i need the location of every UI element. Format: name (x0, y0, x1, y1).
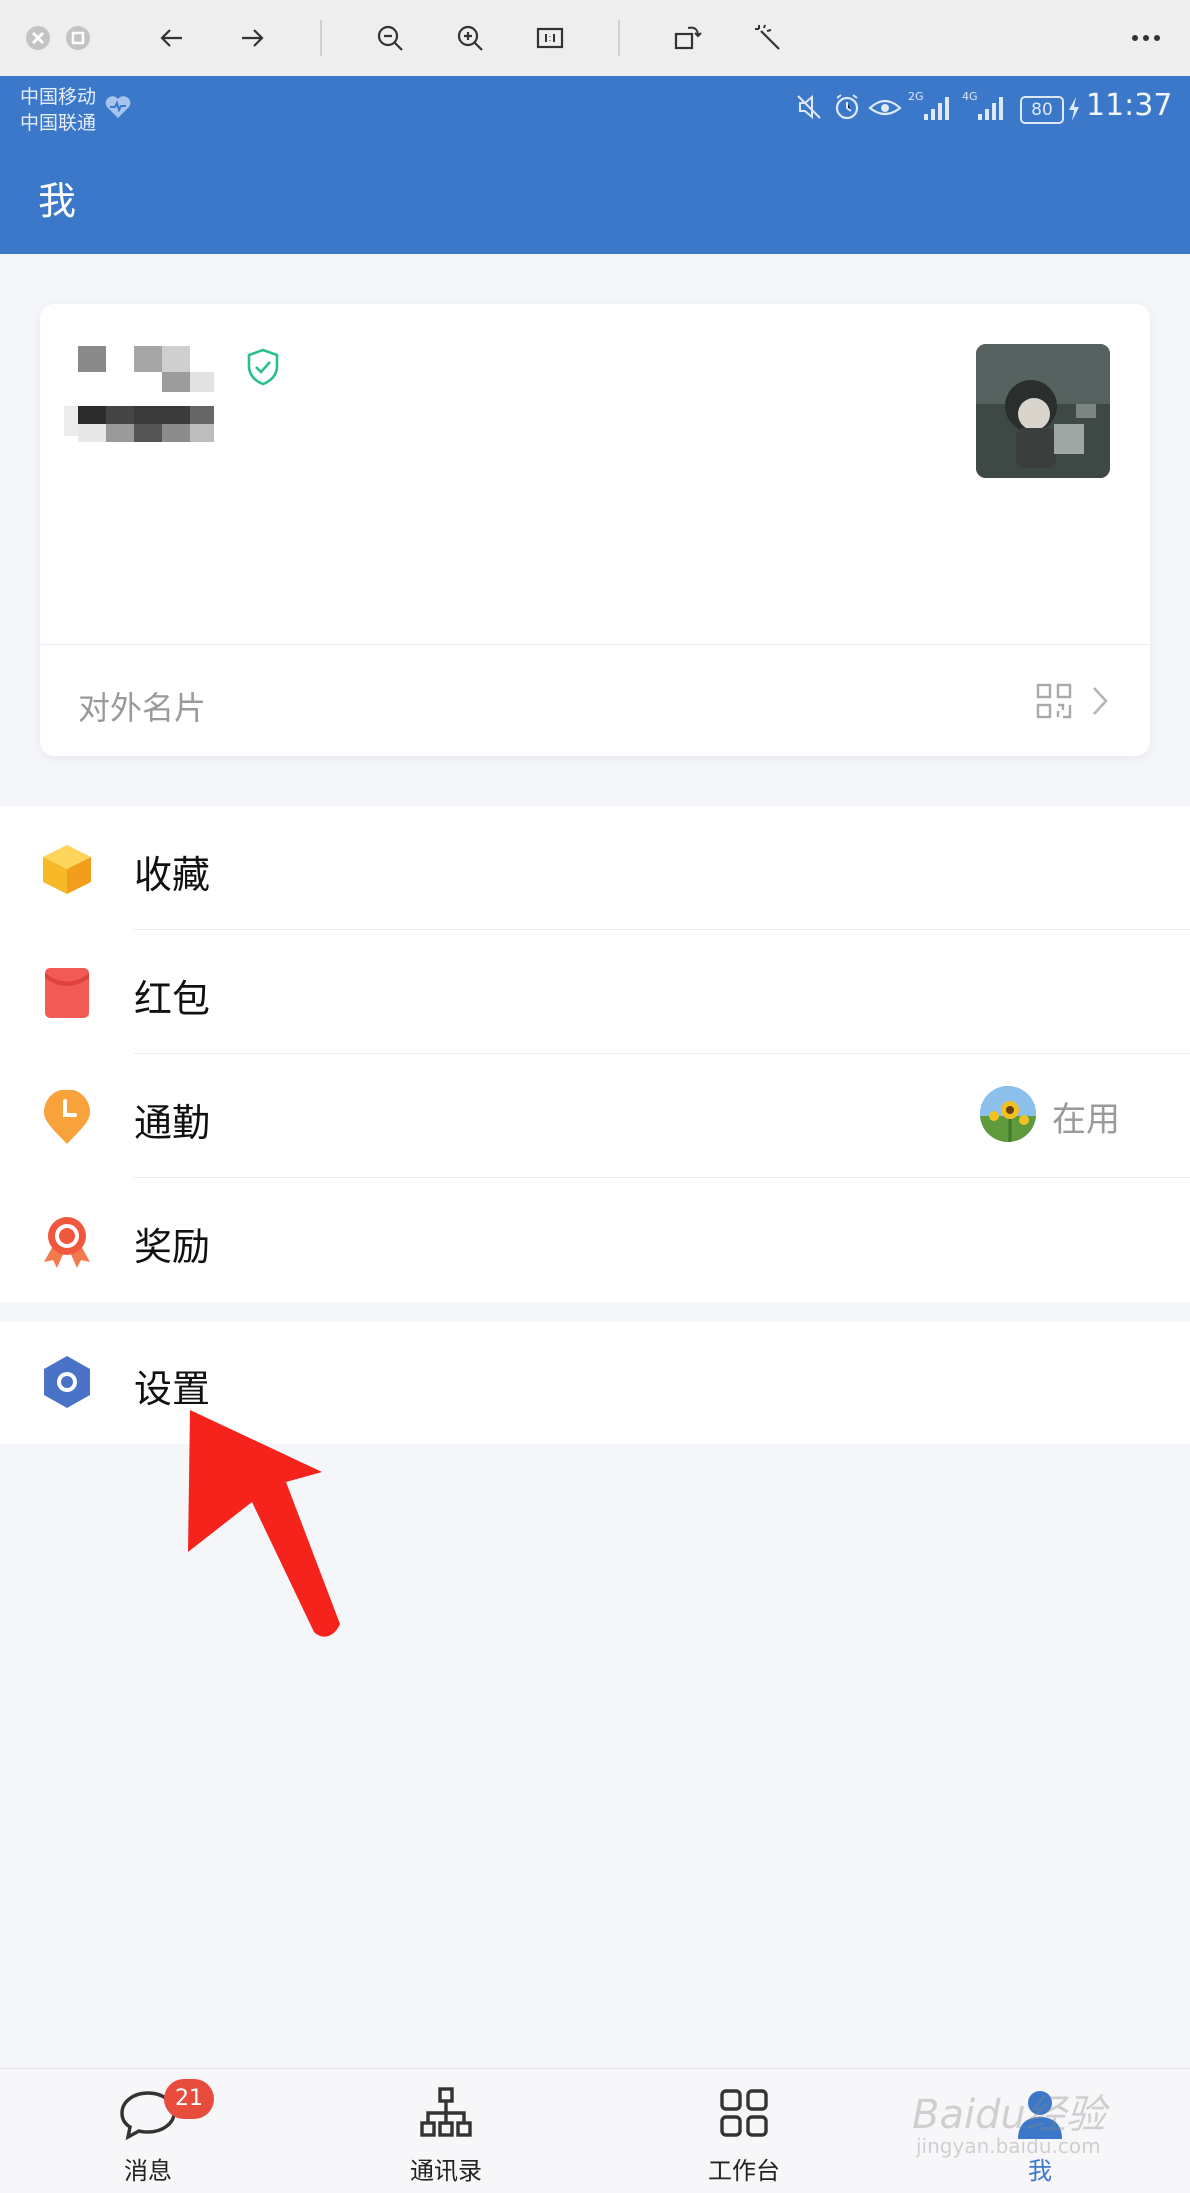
nav-contacts[interactable]: 通讯录 (346, 2069, 546, 2193)
watermark: Baidu经验 jingyan.baidu.com (912, 2082, 1152, 2162)
status-time: 11:37 (1086, 88, 1173, 123)
external-card-link[interactable]: 对外名片 (40, 644, 1150, 757)
attendance-status: 在用 (1052, 1100, 1120, 1140)
zoom-out-icon[interactable] (366, 14, 414, 62)
box-icon (40, 842, 94, 896)
page-title: 我 (38, 179, 77, 223)
toolbar-divider (320, 20, 322, 56)
pixelated-info (162, 424, 190, 442)
pixelated-info (64, 406, 78, 436)
actual-size-icon[interactable] (526, 14, 574, 62)
magic-wand-icon[interactable] (744, 14, 792, 62)
nav-messages[interactable]: 21 消息 (48, 2069, 248, 2193)
menu-group: 设置 (0, 1322, 1190, 1444)
org-chart-icon (416, 2083, 476, 2143)
charging-icon (1066, 96, 1082, 126)
pixelated-info (106, 406, 134, 424)
menu-label: 收藏 (134, 853, 211, 897)
grid-icon (714, 2083, 774, 2143)
settings-hexagon-icon (40, 1354, 94, 1408)
eye-comfort-icon (868, 94, 902, 124)
rotate-icon[interactable] (664, 14, 712, 62)
status-bar: 中国移动 中国联通 2G 4G 80 11:37 (0, 76, 1190, 146)
menu-item-rewards[interactable]: 奖励 (0, 1178, 1190, 1302)
pixelated-name (134, 346, 162, 372)
app-header: 我 (0, 146, 1190, 254)
pixelated-info (134, 406, 190, 424)
pixelated-info (190, 424, 214, 442)
nav-workbench[interactable]: 工作台 (644, 2069, 844, 2193)
menu-label: 奖励 (134, 1225, 211, 1269)
avatar[interactable] (976, 344, 1110, 478)
zoom-in-icon[interactable] (446, 14, 494, 62)
qr-code-icon (1036, 683, 1072, 723)
watermark-brand: Baidu经验 (912, 2092, 1106, 2138)
signal-icon (976, 94, 1008, 126)
more-icon[interactable] (1122, 14, 1170, 62)
battery-level: 80 (1020, 96, 1064, 124)
nav-label: 通讯录 (410, 2157, 482, 2185)
viewer-toolbar (0, 0, 1190, 77)
annotation-arrow (180, 1402, 340, 1646)
menu-item-settings[interactable]: 设置 (0, 1322, 1190, 1444)
pixelated-name (162, 346, 190, 372)
menu-item-favorites[interactable]: 收藏 (0, 806, 1190, 930)
menu-label: 通勤 (134, 1101, 211, 1145)
carrier-label: 中国移动 (20, 86, 97, 108)
pixelated-name (78, 346, 106, 372)
restore-icon[interactable] (54, 14, 102, 62)
watermark-url: jingyan.baidu.com (916, 2134, 1101, 2158)
messages-badge: 21 (164, 2079, 214, 2119)
alarm-icon (832, 92, 862, 126)
external-card-label: 对外名片 (78, 689, 207, 727)
chevron-right-icon (1090, 685, 1110, 721)
menu-item-red-packet[interactable]: 红包 (0, 930, 1190, 1054)
pixelated-name (162, 372, 190, 392)
heart-rate-icon (104, 94, 132, 124)
red-packet-icon (40, 966, 94, 1020)
pixelated-info (78, 424, 106, 442)
carrier-label: 中国联通 (20, 112, 97, 134)
medal-icon (40, 1214, 94, 1268)
shield-check-icon (246, 348, 280, 390)
pixelated-info (190, 406, 214, 424)
menu-label: 红包 (134, 977, 211, 1021)
pixelated-info (78, 406, 106, 424)
profile-card[interactable]: 对外名片 (40, 304, 1150, 756)
pixelated-info (106, 424, 134, 442)
menu-item-attendance[interactable]: 通勤 在用 (0, 1054, 1190, 1178)
menu-group: 收藏 红包 通勤 在用 奖励 (0, 806, 1190, 1302)
clock-pin-icon (40, 1089, 94, 1144)
nav-label: 工作台 (708, 2157, 780, 2185)
pixelated-name (190, 372, 214, 392)
nav-label: 消息 (124, 2157, 172, 2185)
pixelated-info (134, 424, 162, 442)
signal-icon (922, 94, 954, 126)
mute-icon (794, 92, 824, 126)
back-arrow-icon[interactable] (148, 14, 196, 62)
toolbar-divider (618, 20, 620, 56)
app-thumbnail (980, 1086, 1036, 1142)
forward-arrow-icon[interactable] (228, 14, 276, 62)
